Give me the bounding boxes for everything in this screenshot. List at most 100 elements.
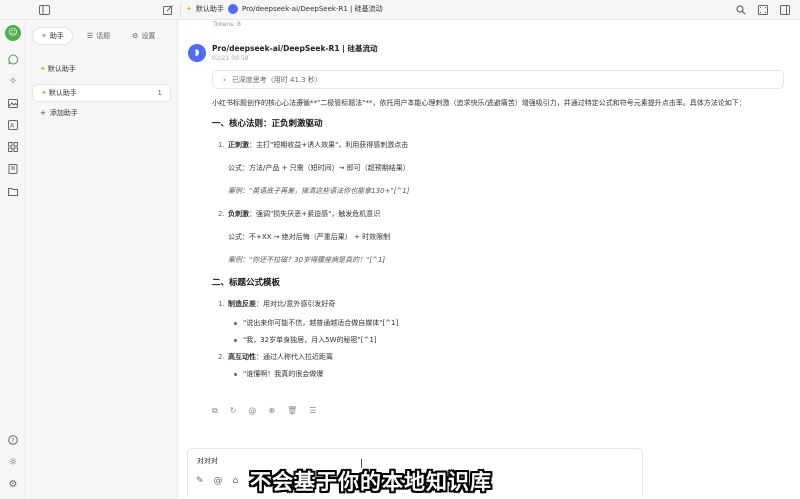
assistant-item-active[interactable]: ✦ 默认助手 1 xyxy=(32,84,171,102)
list-icon: ☰ xyxy=(86,32,94,40)
list-number: 2. xyxy=(218,353,225,361)
video-subtitle: 不会基于你的本地知识库 xyxy=(250,470,492,494)
message-content: 小红书标题创作的核心心法遵循**"二极管标题法"**，依托用户本能心理刺激（追求… xyxy=(212,98,787,386)
deepseek-logo-icon: ◗ xyxy=(188,44,206,62)
knowledge-icon[interactable] xyxy=(5,161,21,177)
search-icon[interactable] xyxy=(735,4,747,16)
input-toolbar: ✎ @ ⌂ xyxy=(196,476,238,486)
bullet-item: "谁懂啊！我真的很会做爆 xyxy=(234,369,787,380)
case-text: 案例："英语底子再差，搞清这些语法你也能拿130+"[^1] xyxy=(228,187,410,195)
apps-icon[interactable] xyxy=(5,139,21,155)
list-number: 1. xyxy=(218,141,225,149)
list-item-title: 高互动性 xyxy=(228,353,256,361)
image-icon[interactable] xyxy=(5,95,21,111)
folder-icon[interactable] xyxy=(5,183,21,199)
message-sender: Pro/deepseek-ai/DeepSeek-R1 | 硅基流动 xyxy=(212,44,378,53)
bullet-text: "说出来你可能不信，越普通越适合做自媒体"[^1] xyxy=(243,319,399,327)
section-heading: 一、核心法则：正负刺激驱动 xyxy=(212,119,323,129)
bullet-text: "我，32岁单身独居，月入5W的秘密"[^1] xyxy=(243,336,377,344)
tab-label: 助手 xyxy=(49,32,64,40)
assistant-label: 默认助手 xyxy=(47,65,76,73)
attachment-icon[interactable]: ⌂ xyxy=(233,476,239,486)
list-item: 1. 正刺激：主打"短期收益+诱人效果"，利用获得感刺激点击 xyxy=(218,140,787,151)
list-item-title: 负刺激 xyxy=(228,210,249,218)
translate-icon[interactable]: A xyxy=(5,117,21,133)
thinking-toggle[interactable]: › 已深度思考（用时 41.3 秒） xyxy=(212,70,784,89)
gear-icon[interactable]: ⚙ xyxy=(5,476,21,492)
translate-icon[interactable]: ⊕ xyxy=(268,406,275,416)
chat-icon[interactable] xyxy=(5,51,21,67)
star-icon: ✧ xyxy=(41,32,47,40)
divider xyxy=(180,3,181,16)
current-assistant[interactable]: ✦ 默认助手 xyxy=(186,4,224,14)
bullet-item: "我，32岁单身独居，月入5W的秘密"[^1] xyxy=(234,335,787,346)
help-icon[interactable]: ? xyxy=(5,432,21,448)
svg-text:?: ? xyxy=(11,437,14,444)
add-assistant-label: 添加助手 xyxy=(49,109,78,117)
assistant-panel: ✧ 助手 ☰ 话题 ⚙ 设置 ✦ 默认助手 ✦ 默认助手 1 + 添加助手 xyxy=(26,20,178,499)
mention-icon[interactable]: @ xyxy=(248,406,256,416)
list-number: 1. xyxy=(218,300,225,308)
title-bar: ✦ 默认助手 Pro/deepseek-ai/DeepSeek-R1 | 硅基流… xyxy=(0,0,800,20)
theme-icon[interactable]: ☼ xyxy=(5,454,21,470)
list-item: 2. 高互动性：通过人称代入拉近距离 xyxy=(218,352,787,363)
nav-rail: ☺ ✧ A ? ☼ ⚙ xyxy=(0,20,26,499)
list-item: 2. 负刺激：强调"损失厌恶+紧迫感"，触发危机意识 xyxy=(218,209,787,220)
list-item-text: ：强调"损失厌恶+紧迫感"，触发危机意识 xyxy=(249,210,381,218)
gear-icon: ⚙ xyxy=(132,32,139,40)
tab-label: 话题 xyxy=(96,32,111,40)
more-icon[interactable]: ☰ xyxy=(309,406,316,416)
star-icon: ✦ xyxy=(41,89,47,97)
tab-assistants[interactable]: ✧ 助手 xyxy=(32,27,73,45)
list-item-text: ：用对比/意外感引发好奇 xyxy=(256,300,336,308)
bullet-text: "谁懂啊！我真的很会做爆 xyxy=(243,370,324,378)
chat-area: Tokens: 8 ◗ Pro/deepseek-ai/DeepSeek-R1 … xyxy=(179,20,800,499)
thinking-label: 已深度思考（用时 41.3 秒） xyxy=(231,75,322,84)
add-assistant-button[interactable]: + 添加助手 xyxy=(32,108,171,118)
current-assistant-label: 默认助手 xyxy=(195,5,224,13)
tab-settings[interactable]: ⚙ 设置 xyxy=(124,27,163,45)
bullet-list: "说出来你可能不信，越普通越适合做自媒体"[^1] "我，32岁单身独居，月入5… xyxy=(234,318,787,346)
assistant-item[interactable]: ✦ 默认助手 xyxy=(32,60,171,78)
star-icon: ✦ xyxy=(40,65,46,73)
formula-text: 公式：不+XX → 绝对后悔（严重后果） + 时效限制 xyxy=(228,233,391,241)
message-actions: ⧉ ↻ @ ⊕ 🗑 ☰ xyxy=(212,406,316,416)
bullet-list: "谁懂啊！我真的很会做爆 xyxy=(234,369,787,380)
sparkle-icon[interactable]: ✧ xyxy=(5,73,21,89)
bullet-item: "说出来你可能不信，越普通越适合做自媒体"[^1] xyxy=(234,318,787,329)
model-title: Pro/deepseek-ai/DeepSeek-R1 | 硅基流动 xyxy=(242,5,383,13)
list-item-text: ：主打"短期收益+诱人效果"，利用获得感刺激点击 xyxy=(249,141,409,149)
list-item-title: 制造反差 xyxy=(228,300,256,308)
new-topic-icon[interactable]: ✎ xyxy=(196,476,204,486)
case-text: 案例："你还不拉磁？30岁得腰座病是真的！"[^1] xyxy=(228,256,386,264)
user-avatar[interactable]: ☺ xyxy=(5,25,21,41)
star-icon: ✦ xyxy=(186,5,192,13)
formula-text: 公式：方法/产品 + 只需（短时间）→ 即可（超预期结果） xyxy=(228,164,410,172)
topic-count-badge: 1 xyxy=(157,89,162,97)
model-selector[interactable]: Pro/deepseek-ai/DeepSeek-R1 | 硅基流动 xyxy=(228,4,383,14)
assistant-label: 默认助手 xyxy=(48,89,77,97)
list-item: 1. 制造反差：用对比/意外感引发好奇 xyxy=(218,299,787,310)
layout-icon[interactable] xyxy=(779,4,791,16)
new-chat-icon[interactable] xyxy=(162,4,174,16)
section-heading: 二、标题公式模板 xyxy=(212,278,281,288)
message-time: 02/21 09:58 xyxy=(212,55,249,62)
tab-topics[interactable]: ☰ 话题 xyxy=(79,27,118,45)
sidebar-toggle-icon[interactable] xyxy=(38,4,50,16)
intro-paragraph: 小红书标题创作的核心心法遵循**"二极管标题法"**，依托用户本能心理刺激（追求… xyxy=(212,99,746,107)
tab-label: 设置 xyxy=(141,32,156,40)
svg-text:A: A xyxy=(10,123,15,130)
delete-icon[interactable]: 🗑 xyxy=(287,406,297,416)
list-item-text: ：通过人称代入拉近距离 xyxy=(256,353,333,361)
panel-tabs: ✧ 助手 ☰ 话题 ⚙ 设置 xyxy=(26,20,177,52)
regenerate-icon[interactable]: ↻ xyxy=(230,406,237,416)
token-count: Tokens: 8 xyxy=(213,21,241,28)
plus-icon: + xyxy=(40,109,46,117)
fullscreen-icon[interactable] xyxy=(757,4,769,16)
list-item-title: 正刺激 xyxy=(228,141,249,149)
message-input[interactable]: 对对对 xyxy=(197,456,218,466)
copy-icon[interactable]: ⧉ xyxy=(212,406,218,416)
mention-icon[interactable]: @ xyxy=(214,476,223,486)
deepseek-logo-icon xyxy=(228,4,238,14)
chevron-right-icon: › xyxy=(223,75,226,84)
